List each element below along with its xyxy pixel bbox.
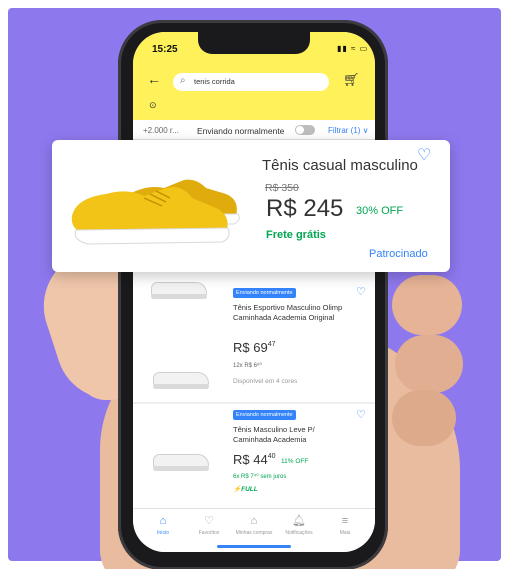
product-price: R$ 6947 [233,340,276,355]
tab-label: Favoritos [198,530,220,536]
cart-icon[interactable]: 🛒︎ [343,72,360,88]
product-image[interactable] [153,450,209,472]
heart-icon: ♡ [204,515,214,527]
home-icon: ⌂ [159,515,167,527]
hand-finger-2 [395,335,463,393]
bag-icon: ⌂ [250,515,258,527]
availability-note: Disponível em 4 cores [233,378,298,385]
back-arrow-icon[interactable]: ← [147,71,161,87]
tab-label: Mais [339,530,351,536]
installments: 6x R$ 7⁴⁰ sem juros [233,474,287,480]
product-price: R$ 4440 [233,452,276,467]
home-indicator [217,545,291,548]
status-icons: ▮▮ ≈ ▭ [337,44,369,53]
sponsored-label: Patrocinado [369,248,428,260]
tab-label: Minhas compras [235,530,273,536]
tab-label: Notificações [285,530,313,536]
phone-screen: 15:25 ▮▮ ≈ ▭ ← ⌕ tenis corrida 🛒︎ ⊙ +2.0… [133,32,375,552]
favorite-heart-icon[interactable]: ♡ [417,145,431,165]
tab-favorites[interactable]: ♡ Favoritos [185,514,233,536]
heart-icon[interactable]: ♡ [356,285,366,298]
installments: 12x R$ 6⁸⁰ [233,363,262,369]
product-image[interactable] [153,368,209,390]
location-icon[interactable]: ⊙ [149,100,157,111]
price-cents: 47 [267,341,276,348]
heart-icon[interactable]: ♡ [356,408,366,421]
product-image[interactable] [151,278,207,300]
discount-label: 11% OFF [281,458,309,465]
results-count: +2.000 r... [143,126,179,135]
price-cents: 40 [267,453,276,460]
featured-old-price: R$ 350 [265,182,299,194]
shipping-badge: Enviando normalmente [233,288,296,298]
filter-button[interactable]: Filtrar (1) ∨ [328,126,369,135]
featured-discount: 30% OFF [356,205,404,217]
menu-icon: ≡ [341,515,349,527]
search-icon: ⌕ [180,75,186,86]
shipping-toggle-label: Enviando normalmente [197,126,285,136]
tab-notifications[interactable]: 🔔︎ Notificações [275,514,323,536]
status-time: 15:25 [152,44,178,55]
hand-finger-1 [392,275,462,335]
tab-more[interactable]: ≡ Mais [321,514,369,536]
featured-shoe-image[interactable] [66,158,250,248]
phone-notch [198,32,310,54]
divider [133,402,375,404]
tab-home[interactable]: ⌂ Início [139,514,187,536]
featured-shipping: Frete grátis [266,229,326,241]
shipping-toggle[interactable] [295,125,315,135]
bell-icon: 🔔︎ [292,515,306,527]
featured-price: R$ 245 [266,195,344,222]
shipping-badge: Enviando normalmente [233,410,296,420]
featured-title[interactable]: Tênis casual masculino [262,157,418,174]
product-title[interactable]: Tênis Esportivo Masculino Olimp Caminhad… [233,303,355,323]
search-query[interactable]: tenis corrida [194,77,235,86]
hand-finger-3 [392,390,456,446]
tab-label: Início [157,530,169,536]
full-tag: ⚡FULL [233,486,258,493]
tab-purchases[interactable]: ⌂ Minhas compras [230,514,278,536]
product-title[interactable]: Tênis Masculino Leve P/ Caminhada Academ… [233,425,355,445]
